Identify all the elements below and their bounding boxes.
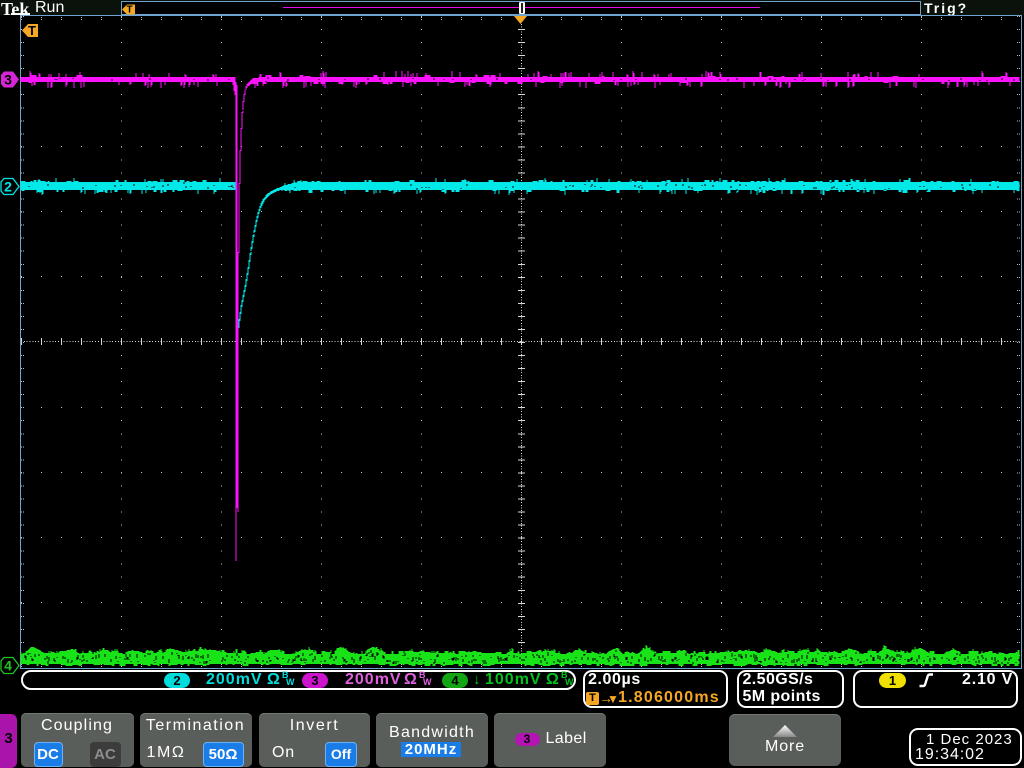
svg-text:T: T [28,23,36,38]
svg-text:T: T [126,5,132,16]
svg-text:2: 2 [4,179,12,195]
svg-text:4: 4 [4,658,12,674]
svg-text:3: 3 [4,72,12,88]
